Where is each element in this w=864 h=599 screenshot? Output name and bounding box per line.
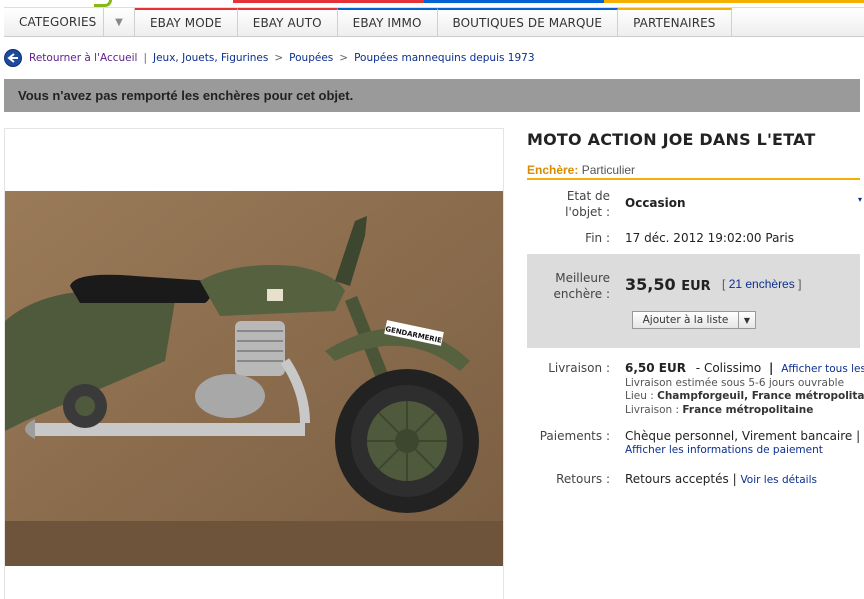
breadcrumb-separator: > bbox=[339, 52, 349, 64]
auction-status-message: Vous n'avez pas remporté les enchères po… bbox=[4, 79, 860, 112]
current-price: 35,50 EUR bbox=[625, 275, 711, 294]
nav-partenaires[interactable]: PARTENAIRES bbox=[618, 8, 732, 36]
delivery-area: Livraison : France métropolitaine bbox=[625, 404, 813, 416]
delivery-area-value: France métropolitaine bbox=[682, 404, 814, 416]
shipping-estimate: Livraison estimée sous 5-6 jours ouvrabl… bbox=[625, 377, 845, 389]
bid-count: [ 21 enchères ] bbox=[722, 277, 801, 291]
seller-type: Particulier bbox=[581, 163, 636, 177]
scroll-arrow-icon[interactable]: ▾ bbox=[858, 195, 864, 204]
item-photo[interactable]: GENDARMERIE bbox=[5, 191, 503, 566]
breadcrumb-divider: | bbox=[143, 52, 147, 64]
chevron-down-icon[interactable]: ▼ bbox=[104, 8, 135, 36]
payment-info-link[interactable]: Afficher les informations de paiement bbox=[625, 444, 823, 456]
nav-boutiques[interactable]: BOUTIQUES DE MARQUE bbox=[437, 8, 619, 36]
condition-label: Etat de l'objet : bbox=[565, 189, 610, 219]
shipping-method: - Colissimo bbox=[695, 361, 762, 375]
bid-count-bracket: ] bbox=[798, 277, 802, 291]
delivery-label: Livraison : bbox=[625, 404, 680, 416]
shipping-label: Livraison : bbox=[548, 361, 610, 375]
nav-ebay-mode[interactable]: EBAY MODE bbox=[135, 8, 238, 36]
breadcrumb: Retourner à l'Accueil | Jeux, Jouets, Fi… bbox=[4, 48, 535, 68]
returns-details-link[interactable]: Voir les détails bbox=[740, 474, 817, 486]
payment-label: Paiements : bbox=[539, 429, 610, 443]
location-label: Lieu : bbox=[625, 390, 654, 402]
breadcrumb-separator: > bbox=[274, 52, 284, 64]
color-segment-yellow bbox=[604, 0, 864, 3]
location-value: Champforgeuil, France métropolita bbox=[657, 390, 864, 402]
add-to-watchlist-button[interactable]: Ajouter à la liste ▼ bbox=[632, 311, 756, 329]
show-all-shipping-link[interactable]: Afficher tous les bbox=[781, 363, 864, 375]
shipping-divider: | bbox=[769, 361, 774, 375]
returns-divider: | bbox=[732, 472, 737, 486]
end-date: 17 déc. 2012 19:02:00 Paris bbox=[625, 231, 794, 245]
brand-color-strip bbox=[0, 0, 864, 7]
back-to-home-link[interactable]: Retourner à l'Accueil bbox=[29, 52, 137, 64]
color-segment-red bbox=[233, 0, 424, 3]
ebay-logo-fragment bbox=[94, 0, 112, 7]
main-nav: CATEGORIES ▼ EBAY MODE EBAY AUTO EBAY IM… bbox=[4, 7, 864, 37]
payment-line: Chèque personnel, Virement bancaire | bbox=[625, 429, 860, 443]
nav-ebay-immo[interactable]: EBAY IMMO bbox=[337, 8, 438, 36]
chevron-down-icon[interactable]: ▼ bbox=[739, 312, 755, 328]
shipping-cost: 6,50 EUR bbox=[625, 361, 686, 375]
price-currency: EUR bbox=[681, 279, 711, 294]
bid-history-link[interactable]: 21 enchères bbox=[729, 277, 795, 291]
breadcrumb-item[interactable]: Poupées mannequins depuis 1973 bbox=[354, 52, 534, 64]
breadcrumb-item[interactable]: Poupées bbox=[289, 52, 333, 64]
item-location: Lieu : Champforgeuil, France métropolita bbox=[625, 390, 864, 402]
color-segment-blue bbox=[424, 0, 604, 3]
back-arrow-icon[interactable] bbox=[4, 49, 22, 67]
end-label: Fin : bbox=[585, 231, 610, 245]
returns-line: Retours acceptés | Voir les détails bbox=[625, 472, 817, 486]
item-title: MOTO ACTION JOE DANS L'ETAT bbox=[527, 130, 816, 149]
condition-value: Occasion bbox=[625, 196, 686, 210]
breadcrumb-item[interactable]: Jeux, Jouets, Figurines bbox=[153, 52, 268, 64]
returns-value: Retours acceptés bbox=[625, 472, 729, 486]
seller-label: Enchère: bbox=[527, 163, 579, 177]
shipping-line: 6,50 EUR - Colissimo | Afficher tous les bbox=[625, 361, 864, 375]
nav-categories[interactable]: CATEGORIES bbox=[4, 8, 104, 36]
bid-count-bracket: [ bbox=[722, 277, 726, 291]
payment-divider: | bbox=[856, 429, 861, 443]
best-bid-label: Meilleure enchère : bbox=[553, 271, 610, 301]
price-amount: 35,50 bbox=[625, 275, 676, 294]
nav-ebay-auto[interactable]: EBAY AUTO bbox=[237, 8, 338, 36]
payment-methods: Chèque personnel, Virement bancaire bbox=[625, 429, 853, 443]
returns-label: Retours : bbox=[556, 472, 610, 486]
watchlist-button-label[interactable]: Ajouter à la liste bbox=[633, 312, 739, 328]
seller-type-line: Enchère: Particulier bbox=[527, 163, 860, 180]
